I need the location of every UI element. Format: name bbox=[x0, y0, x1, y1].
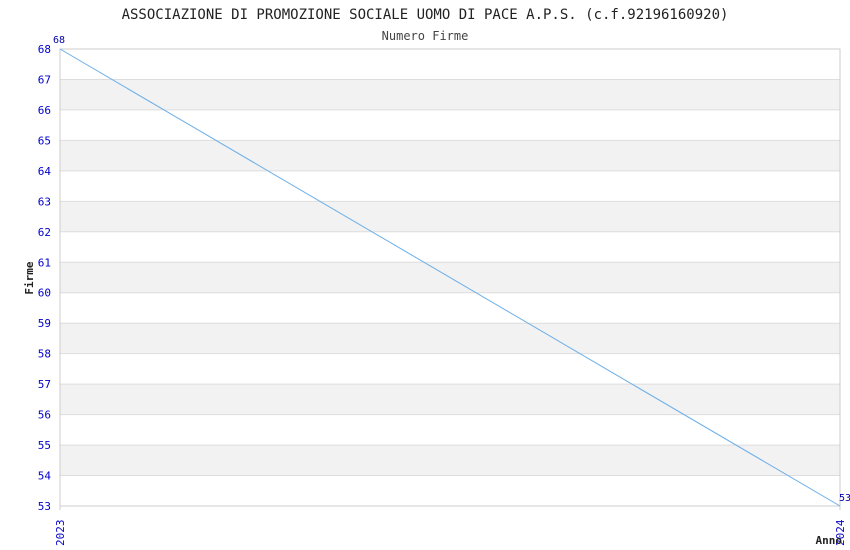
y-axis-label: Firme bbox=[23, 261, 36, 294]
chart-subtitle: Numero Firme bbox=[382, 29, 469, 43]
plot-band bbox=[60, 323, 840, 354]
x-tick-label: 2023 bbox=[54, 520, 67, 547]
plot-band bbox=[60, 445, 840, 476]
plot-band bbox=[60, 79, 840, 110]
y-tick-label: 54 bbox=[38, 470, 52, 483]
plot-band bbox=[60, 384, 840, 415]
x-axis-label: Anno bbox=[816, 534, 843, 547]
data-label: 68 bbox=[53, 35, 65, 46]
y-tick-label: 65 bbox=[38, 134, 51, 147]
y-tick-label: 61 bbox=[38, 256, 51, 269]
y-tick-label: 62 bbox=[38, 226, 51, 239]
y-tick-label: 53 bbox=[38, 500, 51, 513]
plot-band bbox=[60, 140, 840, 171]
y-tick-label: 64 bbox=[38, 165, 52, 178]
y-tick-label: 66 bbox=[38, 104, 51, 117]
plot-band bbox=[60, 353, 840, 385]
y-tick-label: 56 bbox=[38, 409, 51, 422]
plot-band bbox=[60, 170, 840, 202]
x-axis-ticks: 2023 2024 bbox=[54, 506, 847, 546]
chart-title: ASSOCIAZIONE DI PROMOZIONE SOCIALE UOMO … bbox=[122, 7, 729, 23]
plot-band bbox=[60, 201, 840, 232]
plot-band bbox=[60, 49, 840, 80]
chart: ASSOCIAZIONE DI PROMOZIONE SOCIALE UOMO … bbox=[23, 7, 850, 547]
plot-band bbox=[60, 292, 840, 324]
data-label: 53 bbox=[839, 493, 850, 504]
y-tick-label: 55 bbox=[38, 439, 51, 452]
y-tick-label: 60 bbox=[38, 287, 51, 300]
y-tick-label: 57 bbox=[38, 378, 51, 391]
y-tick-label: 58 bbox=[38, 348, 51, 361]
plot-band bbox=[60, 414, 840, 446]
y-tick-label: 59 bbox=[38, 317, 51, 330]
y-tick-label: 67 bbox=[38, 73, 51, 86]
plot-band bbox=[60, 109, 840, 141]
plot-band bbox=[60, 231, 840, 263]
plot-band bbox=[60, 475, 840, 506]
y-axis-ticks: 53 54 55 56 57 58 59 60 61 62 63 64 65 66 67 68 bbox=[38, 43, 52, 513]
y-tick-label: 63 bbox=[38, 195, 51, 208]
y-tick-label: 68 bbox=[38, 43, 51, 56]
